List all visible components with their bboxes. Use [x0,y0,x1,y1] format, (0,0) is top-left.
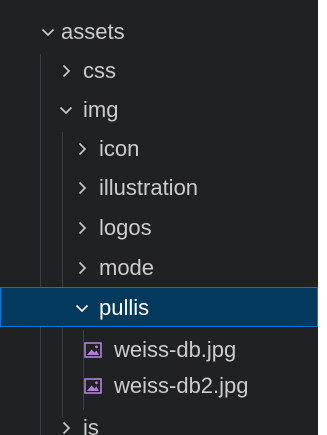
chevron-right-icon [56,408,76,435]
tree-item-img[interactable]: img [0,90,318,130]
chevron-right-icon [72,248,92,288]
tree-item-label: img [83,97,119,122]
chevron-right-icon [72,129,92,169]
tree-item-label: is [83,415,99,435]
tree-item-label: logos [99,215,152,240]
file-explorer-tree: assets css img icon illustration logos m… [0,0,318,435]
tree-item-pullis[interactable]: pullis [0,287,318,327]
image-file-icon [84,342,102,358]
chevron-right-icon [56,51,76,91]
tree-item-label: weiss-db2.jpg [114,373,249,398]
chevron-right-icon [72,208,92,248]
chevron-right-icon [72,168,92,208]
chevron-down-icon [72,288,92,328]
tree-item-illustration[interactable]: illustration [0,168,318,208]
tree-item-icon[interactable]: icon [0,129,318,169]
tree-item-logos[interactable]: logos [0,208,318,248]
chevron-down-icon [38,12,58,52]
image-file-icon [84,378,102,394]
tree-item-label: weiss-db.jpg [114,337,237,362]
tree-item-css[interactable]: css [0,51,318,91]
chevron-down-icon [56,90,76,130]
tree-item-mode[interactable]: mode [0,248,318,288]
tree-item-weiss-db2-jpg[interactable]: weiss-db2.jpg [0,366,318,406]
tree-item-label: pullis [99,295,150,320]
tree-item-assets[interactable]: assets [0,12,318,52]
tree-item-is[interactable]: is [0,408,318,435]
tree-item-label: assets [61,19,125,44]
tree-item-label: mode [99,255,155,280]
tree-item-weiss-db-jpg[interactable]: weiss-db.jpg [0,330,318,370]
tree-item-label: icon [99,136,140,161]
tree-item-label: illustration [99,175,199,200]
tree-item-label: css [83,58,116,83]
